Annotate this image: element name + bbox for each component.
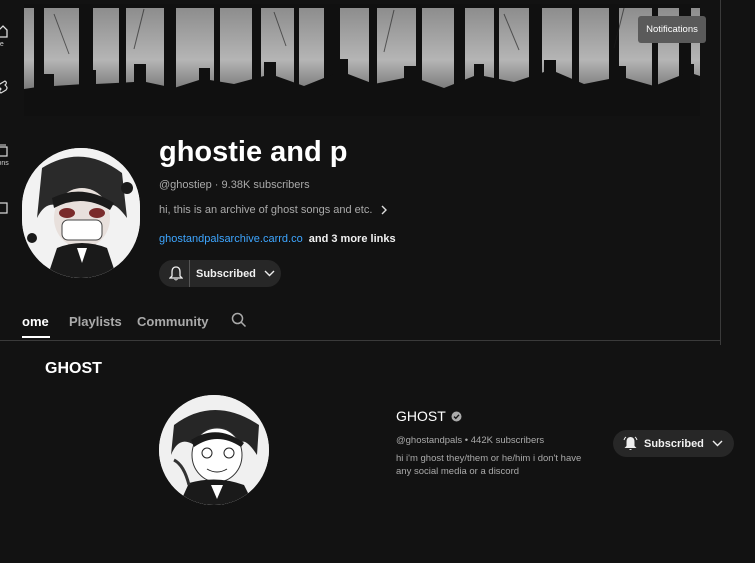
featured-channel-avatar[interactable] — [159, 395, 269, 505]
verified-badge-icon — [451, 411, 462, 421]
chevron-down-icon — [712, 440, 723, 447]
banner-image — [24, 4, 700, 116]
sidebar-item-label: ts — [0, 97, 22, 104]
featured-subscribed-button[interactable]: Subscribed — [613, 430, 734, 457]
bell-icon — [163, 260, 190, 287]
tab-home[interactable]: ome — [22, 314, 49, 329]
avatar-image — [22, 148, 140, 278]
more-links[interactable]: and 3 more links — [309, 233, 396, 245]
featured-channel-name-text: GHOST — [396, 408, 446, 424]
tab-playlists[interactable]: Playlists — [69, 314, 122, 329]
divider — [720, 0, 721, 345]
search-icon[interactable] — [231, 312, 247, 333]
sidebar-item-label: tions — [0, 160, 9, 167]
featured-avatar-image — [159, 395, 269, 505]
featured-channel-meta: @ghostandpals • 442K subscribers — [396, 435, 545, 446]
featured-channel-name[interactable]: GHOST — [396, 408, 462, 424]
chevron-down-icon — [264, 270, 275, 277]
subscriptions-icon — [0, 144, 8, 157]
subscribed-label: Subscribed — [644, 437, 704, 450]
channel-banner — [24, 4, 700, 116]
channel-links: ghostandpalsarchive.carrd.co and 3 more … — [159, 233, 396, 245]
channel-description[interactable]: hi, this is an archive of ghost songs an… — [159, 204, 388, 216]
sidebar-item-label: u — [0, 217, 22, 224]
sidebar-item-shorts[interactable]: ts — [0, 80, 22, 104]
subscribed-button[interactable]: Subscribed — [159, 260, 281, 287]
featured-channel-description: hi i'm ghost they/them or he/him i don't… — [396, 453, 582, 477]
sidebar-item-subscriptions[interactable]: tions — [0, 143, 22, 167]
channel-meta: @ghostiep · 9.38K subscribers — [159, 179, 310, 191]
tab-community[interactable]: Community — [137, 314, 209, 329]
sidebar-item-library[interactable]: u — [0, 200, 22, 224]
home-icon — [0, 25, 8, 38]
chevron-right-icon — [381, 205, 388, 215]
subscribed-label: Subscribed — [196, 267, 256, 280]
mini-sidebar: me ts tions u — [0, 0, 22, 260]
channel-tabs: ome Playlists Community — [0, 300, 720, 341]
channel-title: ghostie and p — [159, 136, 348, 168]
sidebar-item-label: me — [0, 41, 4, 48]
section-title: GHOST — [45, 360, 102, 377]
sidebar-item-home[interactable]: me — [0, 24, 22, 48]
channel-description-text: hi, this is an archive of ghost songs an… — [159, 204, 373, 216]
library-icon — [0, 202, 8, 214]
active-tab-indicator — [22, 336, 50, 338]
shorts-icon — [0, 80, 8, 94]
bell-filled-icon — [623, 436, 638, 451]
notifications-tooltip: Notifications — [638, 16, 706, 43]
channel-avatar[interactable] — [22, 148, 140, 278]
channel-link[interactable]: ghostandpalsarchive.carrd.co — [159, 233, 303, 245]
